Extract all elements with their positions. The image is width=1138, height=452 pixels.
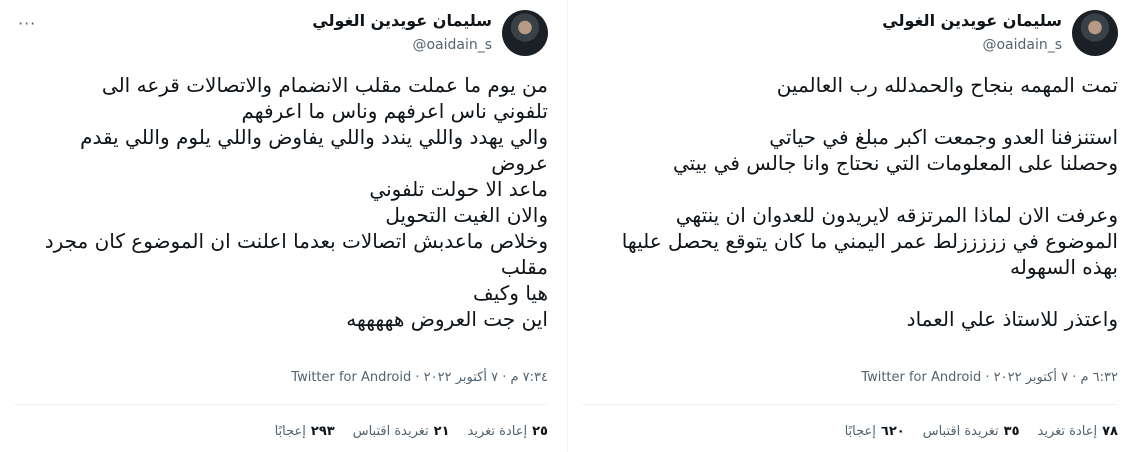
divider	[14, 404, 548, 405]
tweet-text: من يوم ما عملت مقلب الانضمام والاتصالات …	[44, 73, 548, 331]
tweet-meta: ٦:٣٢ م · ٧ أكتوبر ٢٠٢٢ · Twitter for And…	[861, 370, 1118, 385]
meta-separator: ·	[411, 370, 420, 385]
tweet-header: سليمان عويدين الغولي @oaidain_s	[312, 8, 548, 58]
author-name[interactable]: سليمان عويدين الغولي	[882, 11, 1062, 31]
tweet-time[interactable]: ٦:٣٢ م · ٧ أكتوبر ٢٠٢٢	[994, 370, 1118, 385]
tweet-text: تمت المهمه بنجاح والحمدلله رب العالمين ا…	[621, 73, 1118, 331]
tweet-header: سليمان عويدين الغولي @oaidain_s	[882, 8, 1118, 58]
tweet-source[interactable]: Twitter for Android	[861, 370, 981, 385]
avatar[interactable]	[502, 10, 548, 56]
quotes-stat[interactable]: ٢١تغريدة اقتباس	[353, 424, 450, 439]
author-name[interactable]: سليمان عويدين الغولي	[312, 11, 492, 31]
retweets-stat[interactable]: ٢٥إعادة تغريد	[468, 424, 548, 439]
tweet-stats: ٢٥إعادة تغريد ٢١تغريدة اقتباس ٢٩٣إعجابًا	[257, 424, 548, 439]
meta-separator: ·	[981, 370, 990, 385]
tweet-time[interactable]: ٧:٣٤ م · ٧ أكتوبر ٢٠٢٢	[424, 370, 548, 385]
likes-stat[interactable]: ٢٩٣إعجابًا	[275, 424, 335, 439]
retweets-stat[interactable]: ٧٨إعادة تغريد	[1038, 424, 1118, 439]
likes-stat[interactable]: ٦٢٠إعجابًا	[845, 424, 905, 439]
divider	[582, 404, 1118, 405]
more-options-icon[interactable]: ···	[18, 14, 36, 33]
avatar[interactable]	[1072, 10, 1118, 56]
tweet-comparison: سليمان عويدين الغولي @oaidain_s تمت المه…	[0, 0, 1138, 452]
tweet-stats: ٧٨إعادة تغريد ٣٥تغريدة اقتباس ٦٢٠إعجابًا	[827, 424, 1118, 439]
author-handle[interactable]: @oaidain_s	[312, 35, 492, 55]
quotes-stat[interactable]: ٣٥تغريدة اقتباس	[923, 424, 1020, 439]
tweet-card-2[interactable]: ··· سليمان عويدين الغولي @oaidain_s من ي…	[0, 0, 568, 452]
tweet-card-1[interactable]: سليمان عويدين الغولي @oaidain_s تمت المه…	[568, 0, 1138, 452]
author-handle[interactable]: @oaidain_s	[882, 35, 1062, 55]
tweet-meta: ٧:٣٤ م · ٧ أكتوبر ٢٠٢٢ · Twitter for And…	[291, 370, 548, 385]
tweet-source[interactable]: Twitter for Android	[291, 370, 411, 385]
